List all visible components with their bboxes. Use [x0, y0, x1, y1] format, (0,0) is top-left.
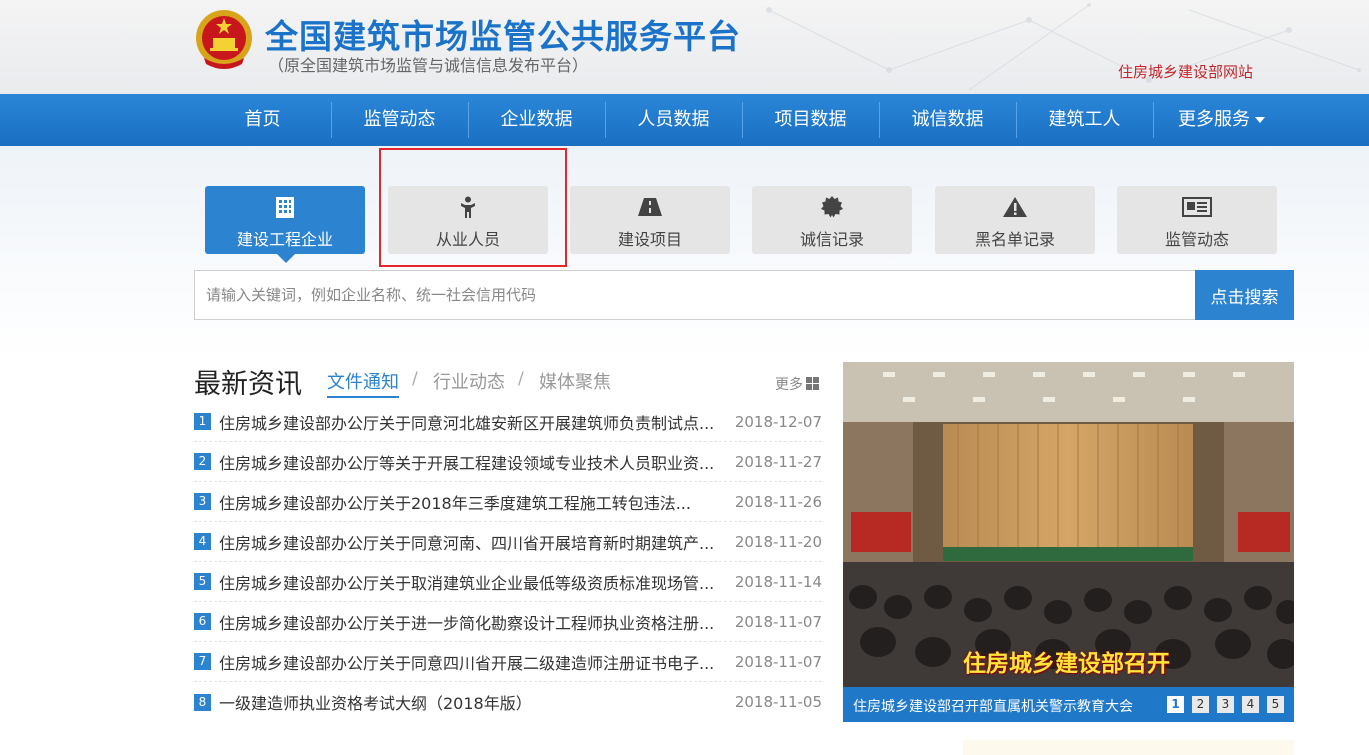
news-title[interactable]: 住房城乡建设部办公厅关于进一步简化勘察设计工程师执业资格注册...: [219, 610, 719, 634]
tab-label: 建设项目: [617, 230, 682, 249]
slideshow-caption-bar: 住房城乡建设部召开部直属机关警示教育大会 1 2 3 4 5: [843, 687, 1294, 722]
news-item[interactable]: 5 住房城乡建设部办公厅关于取消建筑业企业最低等级资质标准现场管... 2018-1…: [194, 562, 822, 602]
tab-label: 诚信记录: [799, 230, 864, 249]
search-input[interactable]: [194, 270, 1195, 320]
tab-label: 黑名单记录: [974, 230, 1055, 249]
news-date: 2018-11-27: [734, 452, 822, 471]
news-date: 2018-11-05: [734, 693, 822, 711]
nav-more-label: 更多服务: [1178, 109, 1250, 130]
badge-icon: [821, 196, 843, 218]
news-slideshow[interactable]: 住房城乡建设部召开 住房城乡建设部召开部直属机关警示教育大会 1 2 3 4 5: [843, 362, 1294, 722]
search-button[interactable]: 点击搜索: [1195, 270, 1294, 320]
slideshow-page-3[interactable]: 3: [1217, 696, 1234, 713]
more-news-link[interactable]: 更多: [775, 374, 819, 394]
news-number: 5: [194, 573, 211, 590]
nav-credit-data[interactable]: 诚信数据: [879, 94, 1016, 146]
news-date: 2018-11-14: [734, 572, 822, 591]
news-title[interactable]: 住房城乡建设部办公厅关于同意河南、四川省开展培育新时期建筑产...: [219, 530, 719, 554]
more-label: 更多: [775, 377, 803, 393]
conference-photo: [843, 362, 1294, 687]
news-number: 4: [194, 533, 211, 550]
news-number: 7: [194, 653, 211, 670]
tab-label: 建设工程企业: [236, 230, 333, 249]
tab-construction-enterprise[interactable]: 建设工程企业: [205, 186, 365, 263]
news-number: 6: [194, 613, 211, 630]
news-date: 2018-12-07: [734, 412, 822, 431]
news-tab-industry[interactable]: 行业动态: [433, 368, 505, 394]
site-subtitle: （原全国建筑市场监管与诚信信息发布平台）: [268, 56, 589, 75]
news-tab-notices[interactable]: 文件通知: [327, 368, 399, 398]
news-item[interactable]: 7 住房城乡建设部办公厅关于同意四川省开展二级建造师注册证书电子... 2018-1…: [194, 642, 822, 682]
site-header: 全国建筑市场监管公共服务平台 （原全国建筑市场监管与诚信信息发布平台） 住房城乡…: [0, 0, 1369, 94]
nav-enterprise-data[interactable]: 企业数据: [468, 94, 605, 146]
news-item[interactable]: 1 住房城乡建设部办公厅关于同意河北雄安新区开展建筑师负责制试点... 2018-1…: [194, 402, 822, 442]
newspaper-icon: [1182, 197, 1212, 217]
news-date: 2018-11-07: [734, 652, 822, 671]
news-item[interactable]: 8 一级建造师执业资格考试大纲（2018年版） 2018-11-05: [194, 682, 822, 722]
slideshow-page-5[interactable]: 5: [1267, 696, 1284, 713]
news-list: 1 住房城乡建设部办公厅关于同意河北雄安新区开展建筑师负责制试点... 2018-1…: [194, 402, 822, 722]
news-number: 2: [194, 453, 211, 470]
network-decoration: [766, 3, 1361, 91]
nav-construction-workers[interactable]: 建筑工人: [1016, 94, 1153, 146]
news-number: 3: [194, 493, 211, 510]
news-tab-separator: /: [412, 369, 418, 389]
tab-construction-projects[interactable]: 建设项目: [570, 186, 730, 254]
news-title[interactable]: 住房城乡建设部办公厅关于2018年三季度建筑工程施工转包违法...: [219, 490, 719, 514]
bottom-panel-fragment: [963, 740, 1294, 755]
road-icon: [638, 198, 662, 216]
news-tab-separator: /: [518, 369, 524, 389]
news-tab-media[interactable]: 媒体聚焦: [539, 368, 611, 394]
news-item[interactable]: 2 住房城乡建设部办公厅等关于开展工程建设领域专业技术人员职业资... 2018-1…: [194, 442, 822, 482]
grid-icon: [806, 377, 819, 390]
slideshow-page-4[interactable]: 4: [1242, 696, 1259, 713]
news-title[interactable]: 一级建造师执业资格考试大纲（2018年版）: [219, 690, 719, 714]
slideshow-caption[interactable]: 住房城乡建设部召开部直属机关警示教育大会: [853, 696, 1133, 716]
tab-supervision-news[interactable]: 监管动态: [1117, 186, 1277, 254]
site-title: 全国建筑市场监管公共服务平台: [265, 17, 741, 56]
photo-overlay-text: 住房城乡建设部召开: [963, 651, 1170, 677]
news-title[interactable]: 住房城乡建设部办公厅关于同意河北雄安新区开展建筑师负责制试点...: [219, 410, 719, 434]
nav-more-services[interactable]: 更多服务: [1153, 94, 1290, 146]
news-title[interactable]: 住房城乡建设部办公厅等关于开展工程建设领域专业技术人员职业资...: [219, 450, 719, 474]
warning-icon: [1003, 197, 1027, 217]
caret-down-icon: [1255, 117, 1265, 123]
news-date: 2018-11-07: [734, 612, 822, 631]
tab-blacklist-records[interactable]: 黑名单记录: [935, 186, 1095, 254]
slideshow-page-1[interactable]: 1: [1167, 696, 1184, 713]
building-icon: [276, 197, 294, 218]
highlight-annotation-box: [379, 148, 567, 267]
main-navigation: 首页 监管动态 企业数据 人员数据 项目数据 诚信数据 建筑工人 更多服务: [0, 94, 1369, 146]
news-item[interactable]: 3 住房城乡建设部办公厅关于2018年三季度建筑工程施工转包违法... 2018-1…: [194, 482, 822, 522]
news-number: 8: [194, 693, 211, 711]
ministry-website-link[interactable]: 住房城乡建设部网站: [1118, 61, 1253, 82]
tab-label: 监管动态: [1164, 230, 1229, 249]
nav-supervision-news[interactable]: 监管动态: [331, 94, 468, 146]
national-emblem-icon: [196, 10, 252, 69]
nav-home[interactable]: 首页: [194, 94, 331, 146]
news-title[interactable]: 住房城乡建设部办公厅关于取消建筑业企业最低等级资质标准现场管...: [219, 570, 719, 594]
news-item[interactable]: 4 住房城乡建设部办公厅关于同意河南、四川省开展培育新时期建筑产... 2018-1…: [194, 522, 822, 562]
news-item[interactable]: 6 住房城乡建设部办公厅关于进一步简化勘察设计工程师执业资格注册... 2018-1…: [194, 602, 822, 642]
nav-project-data[interactable]: 项目数据: [742, 94, 879, 146]
news-date: 2018-11-20: [734, 532, 822, 551]
tab-credit-records[interactable]: 诚信记录: [752, 186, 912, 254]
news-title[interactable]: 住房城乡建设部办公厅关于同意四川省开展二级建造师注册证书电子...: [219, 650, 719, 674]
news-date: 2018-11-26: [734, 492, 822, 511]
slideshow-page-2[interactable]: 2: [1192, 696, 1209, 713]
slideshow-pager: 1 2 3 4 5: [1167, 696, 1284, 713]
news-number: 1: [194, 413, 211, 430]
news-heading: 最新资讯: [194, 369, 302, 400]
nav-personnel-data[interactable]: 人员数据: [605, 94, 742, 146]
